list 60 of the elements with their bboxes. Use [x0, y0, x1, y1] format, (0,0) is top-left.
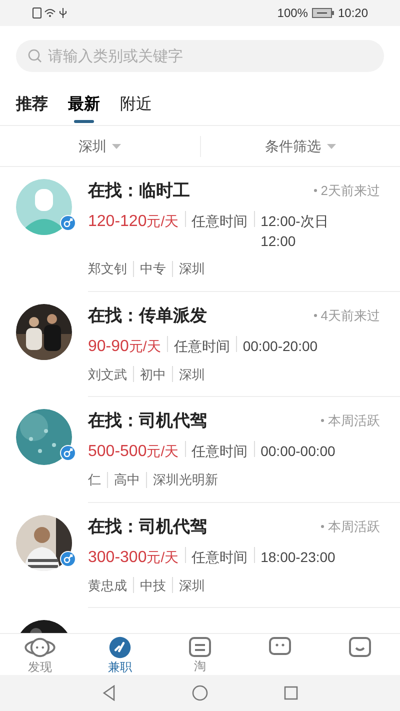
schedule: 任意时间 [192, 442, 248, 461]
tab[interactable]: 附近 [120, 92, 152, 123]
location: 深圳 [179, 576, 205, 594]
salary: 500-500元/天 [88, 442, 179, 462]
job-title: 在找：司机代驾 [88, 410, 207, 432]
person-name: 黄忠成 [88, 576, 127, 594]
caret-icon [326, 144, 336, 148]
resume-card[interactable]: 在找：临时工 2天前来过 120-120元/天 任意时间 12:00-次日12:00 郑文钊 中专 深圳 [0, 167, 400, 292]
person-name: 郑文钊 [88, 260, 127, 278]
job-title: 在找：司机代驾 [88, 516, 207, 538]
clock: 10:20 [338, 5, 368, 22]
education: 中专 [140, 260, 166, 278]
nav-tab[interactable]: 淘 [160, 634, 240, 675]
schedule: 任意时间 [174, 336, 230, 356]
planet-icon [23, 636, 57, 659]
last-active: 本周活跃 [328, 412, 380, 430]
last-active: 2天前来过 [320, 182, 380, 200]
avatar-icon [16, 179, 72, 235]
location: 深圳光明新 [153, 471, 218, 489]
smile-icon [348, 636, 372, 658]
last-active: 4天前来过 [320, 306, 380, 324]
nav-tab[interactable]: 兼职 [80, 634, 160, 675]
search-field[interactable]: 请输入类别或关键字 [16, 40, 384, 72]
recents-icon[interactable] [284, 686, 298, 700]
battery-icon [312, 8, 334, 18]
salary: 90-90元/天 [88, 336, 161, 356]
document-icon [188, 636, 212, 658]
nav-tab[interactable]: 发现 [0, 634, 80, 675]
filter-dropdown[interactable]: 深圳 [78, 136, 122, 156]
work-hours: 12:00-次日12:00 [260, 212, 330, 251]
education: 中技 [140, 576, 166, 594]
job-title: 在找：临时工 [88, 180, 190, 202]
salary: 300-300元/天 [88, 548, 179, 568]
resume-card[interactable]: 在找：司机代驾 本周活跃 300-300元/天 任意时间 18:00-23:00 黄忠成 中技 深圳 [0, 502, 400, 608]
location: 深圳 [179, 260, 205, 278]
person-name: 刘文武 [88, 366, 127, 384]
filter-dropdown[interactable]: 条件筛选 [264, 136, 336, 156]
person-name: 仁 [88, 471, 101, 489]
work-hours: 00:00-20:00 [242, 336, 318, 356]
schedule: 任意时间 [192, 548, 248, 566]
resume-card[interactable]: 在找：司机代驾 本周活跃 500-500元/天 任意时间 00:00-00:00 仁 高中 深圳光明新 [0, 397, 400, 502]
salary: 120-120元/天 [88, 212, 179, 232]
tab[interactable]: 推荐 [16, 92, 48, 123]
job-title: 在找：传单派发 [88, 304, 207, 326]
schedule: 任意时间 [192, 212, 248, 231]
check-icon [107, 636, 133, 659]
education: 高中 [114, 471, 140, 489]
tab[interactable]: 最新 [68, 92, 100, 123]
work-hours: 18:00-23:00 [260, 548, 336, 566]
caret-icon [112, 144, 122, 148]
search-icon [28, 49, 42, 63]
location: 深圳 [179, 366, 205, 384]
work-hours: 00:00-00:00 [260, 442, 336, 461]
home-icon[interactable] [192, 685, 208, 701]
resume-card[interactable]: 在找：传单派发 4天前来过 90-90元/天 任意时间 00:00-20:00 刘文武 初中 深圳 [0, 292, 400, 397]
message-icon [268, 636, 292, 658]
battery-percent: 100% [277, 5, 308, 22]
back-icon[interactable] [102, 685, 116, 701]
education: 初中 [140, 366, 166, 384]
last-active: 本周活跃 [328, 518, 380, 536]
